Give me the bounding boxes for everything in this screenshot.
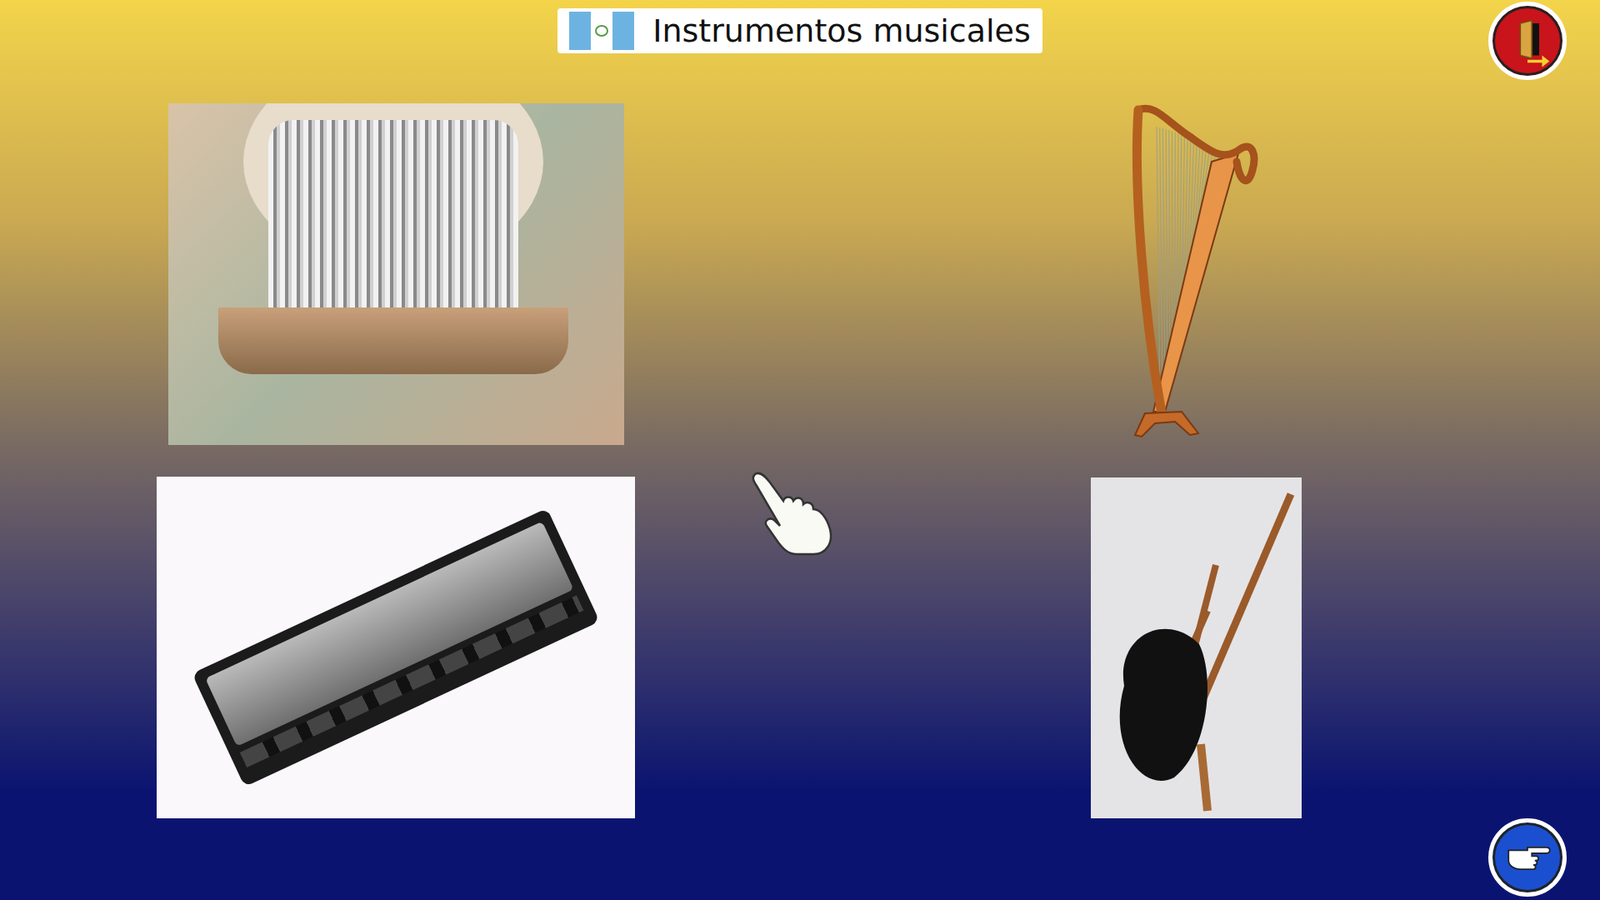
instrument-grid <box>0 99 1600 823</box>
instrument-cell <box>791 472 1600 823</box>
harp-icon[interactable] <box>1131 103 1261 445</box>
harmonica-photo[interactable] <box>156 476 635 819</box>
exit-button[interactable] <box>1488 1 1567 80</box>
exit-door-icon <box>1498 11 1557 70</box>
bagpipe-photo[interactable] <box>1090 477 1302 819</box>
title-text: Instrumentos musicales <box>652 12 1031 50</box>
title-box: Instrumentos musicales <box>557 8 1043 54</box>
screen: Instrumentos musicales <box>0 0 1600 900</box>
help-button[interactable] <box>1488 818 1567 897</box>
instrument-cell <box>0 99 792 450</box>
guatemala-flag-icon <box>569 11 635 50</box>
instrument-cell <box>791 99 1600 450</box>
instrument-cell <box>0 472 792 823</box>
pointing-hand-icon <box>1498 828 1557 887</box>
hand-cursor-icon <box>750 470 837 558</box>
title-row: Instrumentos musicales <box>0 0 1600 54</box>
organ-photo[interactable] <box>168 103 625 445</box>
